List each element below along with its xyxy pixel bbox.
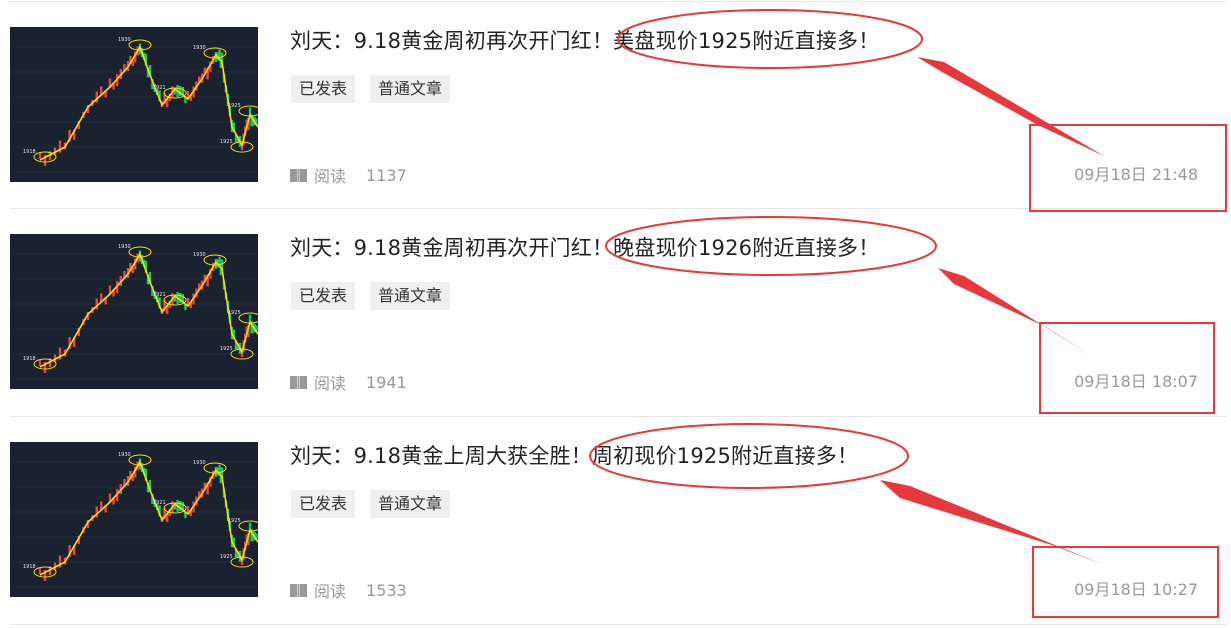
read-count: 1533 <box>366 580 407 600</box>
read-count: 1137 <box>366 165 407 185</box>
read-stats: 阅读 1941 <box>290 370 407 394</box>
price-label: 1921 <box>153 500 166 506</box>
article-title[interactable]: 刘天：9.18黄金周初再次开门红！美盘现价1925附近直接多！ <box>290 25 879 55</box>
price-circle <box>238 312 258 324</box>
price-label: 1918 <box>23 564 36 570</box>
price-label: 1925 <box>228 518 241 524</box>
status-tag: 已发表 <box>291 490 356 518</box>
publish-time: 09月18日 21:48 <box>1074 165 1198 184</box>
title-prefix: 刘天：9.18黄金上周大获全胜！ <box>290 444 592 468</box>
price-label: 1930 <box>193 45 206 51</box>
price-label: 1918 <box>23 149 36 155</box>
book-icon <box>290 375 307 389</box>
price-label: 1925 <box>220 139 233 145</box>
read-stats: 阅读 1137 <box>290 163 407 187</box>
price-label: 1930 <box>193 252 206 258</box>
title-highlight: 晚盘现价1926附近直接多！ <box>613 236 880 260</box>
title-prefix: 刘天：9.18黄金周初再次开门红！ <box>290 236 614 260</box>
candle <box>248 107 252 115</box>
price-label: 1925 <box>228 103 241 109</box>
price-label: 1918 <box>23 356 36 362</box>
candle <box>95 91 98 103</box>
status-tag: 已发表 <box>291 75 356 103</box>
article-title[interactable]: 刘天：9.18黄金上周大获全胜！周初现价1925附近直接多！ <box>290 440 858 470</box>
type-tag: 普通文章 <box>370 490 451 518</box>
price-label: 1930 <box>118 244 131 250</box>
title-highlight: 周初现价1925附近直接多！ <box>591 444 859 468</box>
status-tag: 已发表 <box>291 282 356 310</box>
price-label: 1925 <box>228 310 241 316</box>
publish-time: 09月18日 18:07 <box>1074 372 1198 391</box>
read-label: 阅读 <box>314 374 347 393</box>
article-thumbnail[interactable]: 1930 1930 1921 1925 1925 1918 <box>10 234 258 389</box>
price-label: 1921 <box>153 292 166 298</box>
price-circle <box>238 105 258 117</box>
title-highlight: 美盘现价1925附近直接多！ <box>613 29 880 53</box>
publish-time: 09月18日 10:27 <box>1074 580 1198 599</box>
article-thumbnail[interactable]: 1930 1930 1921 1925 1925 1918 <box>10 27 258 182</box>
type-tag: 普通文章 <box>370 282 451 310</box>
read-label: 阅读 <box>314 582 347 601</box>
row-divider <box>10 624 1226 625</box>
price-label: 1930 <box>118 37 131 43</box>
price-label: 1925 <box>220 554 233 560</box>
price-label: 1930 <box>118 452 131 458</box>
candle <box>248 314 252 322</box>
type-tag: 普通文章 <box>370 75 451 103</box>
article-item[interactable]: 1930 1930 1921 1925 1925 1918 刘天：9.18黄金周初再次开门… <box>0 207 1231 414</box>
article-item[interactable]: 1930 1930 1921 1925 1925 1918 刘天：9.18黄金上周大获全胜… <box>0 415 1231 622</box>
candle <box>95 298 98 310</box>
article-thumbnail[interactable]: 1930 1930 1921 1925 1925 1918 <box>10 442 258 597</box>
price-circle <box>238 520 258 532</box>
article-title[interactable]: 刘天：9.18黄金周初再次开门红！晚盘现价1926附近直接多！ <box>290 232 879 262</box>
read-label: 阅读 <box>314 167 347 186</box>
book-icon <box>290 168 307 182</box>
title-prefix: 刘天：9.18黄金周初再次开门红！ <box>290 29 614 53</box>
article-item[interactable]: 1930 1930 1921 1925 1925 1918 刘天：9.18黄金周初再次开门… <box>0 0 1231 207</box>
read-count: 1941 <box>366 372 407 392</box>
candle <box>38 153 42 159</box>
read-stats: 阅读 1533 <box>290 578 407 602</box>
candle <box>248 522 252 530</box>
price-label: 1925 <box>220 346 233 352</box>
price-label: 1930 <box>193 460 206 466</box>
candle <box>95 506 98 518</box>
price-label: 1921 <box>153 85 166 91</box>
candle <box>38 568 42 574</box>
candle <box>38 360 42 366</box>
book-icon <box>290 583 307 597</box>
